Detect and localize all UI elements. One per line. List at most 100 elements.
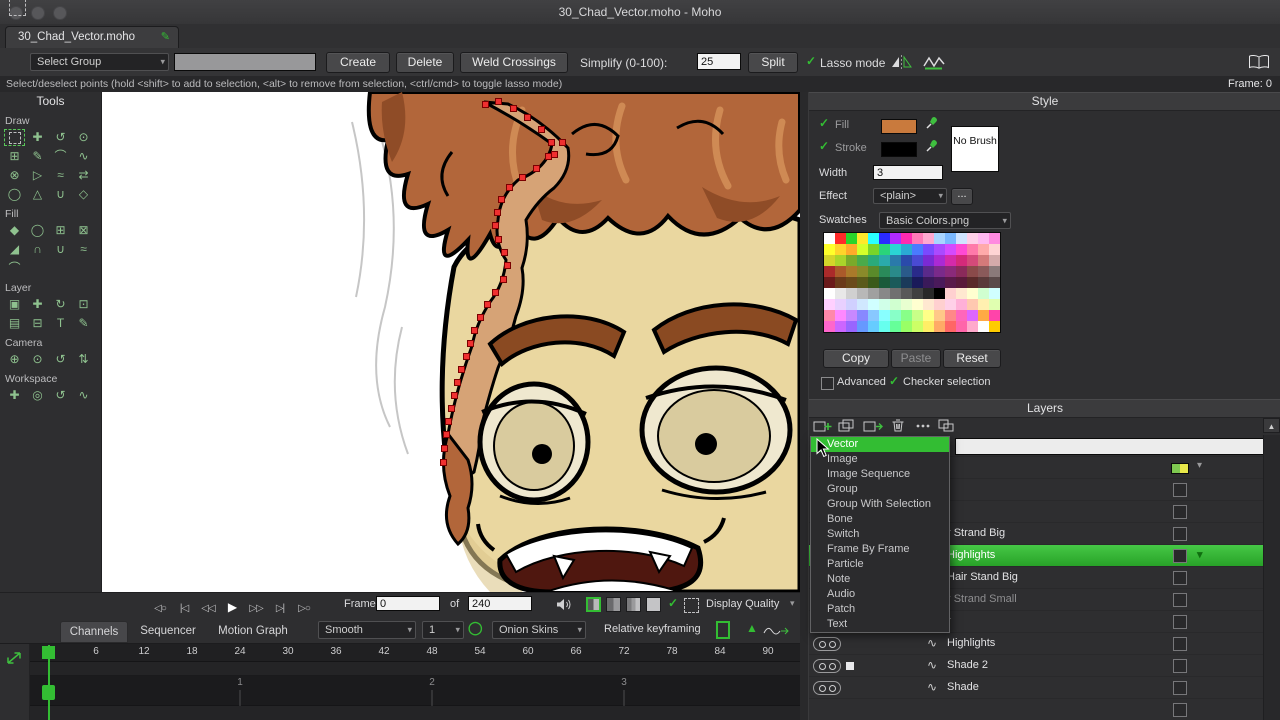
checker-selection-checkbox[interactable]: ✓ <box>889 374 899 388</box>
palette-swatch[interactable] <box>879 299 890 310</box>
tool-insert-text[interactable]: T <box>50 315 71 332</box>
palette-swatch[interactable] <box>868 288 879 299</box>
tool-zoom-camera[interactable]: ⊙ <box>27 351 48 368</box>
palette-swatch[interactable] <box>934 321 945 332</box>
menu-item-audio[interactable]: Audio <box>811 587 949 602</box>
tool-freehand[interactable]: ∿ <box>73 148 94 165</box>
tool-switch-layer[interactable]: ⊟ <box>27 315 48 332</box>
palette-swatch[interactable] <box>824 266 835 277</box>
tool-curvature[interactable]: ⌒ <box>50 148 71 165</box>
palette-swatch[interactable] <box>857 244 868 255</box>
tool-track-camera[interactable]: ⊕ <box>4 351 25 368</box>
tool-add-layer[interactable]: ✚ <box>27 296 48 313</box>
palette-swatch[interactable] <box>846 233 857 244</box>
layer-checkbox[interactable] <box>1173 593 1187 607</box>
palette-swatch[interactable] <box>912 255 923 266</box>
layer-name-input[interactable] <box>955 438 1263 455</box>
palette-swatch[interactable] <box>978 244 989 255</box>
advanced-checkbox[interactable] <box>821 377 834 390</box>
palette-swatch[interactable] <box>923 299 934 310</box>
palette-swatch[interactable] <box>923 288 934 299</box>
palette-swatch[interactable] <box>901 310 912 321</box>
step-back-button[interactable]: ◁◁ <box>196 603 220 614</box>
tool-delete-edge[interactable]: ⊗ <box>4 167 25 184</box>
palette-swatch[interactable] <box>945 310 956 321</box>
stroke-checkbox[interactable]: ✓ <box>819 139 829 153</box>
flip-vertical-icon[interactable] <box>922 53 946 75</box>
tool-raise-shape[interactable]: ∩ <box>27 241 48 258</box>
palette-swatch[interactable] <box>868 277 879 288</box>
tool-select-shape[interactable]: ⊞ <box>50 222 71 239</box>
palette-swatch[interactable] <box>868 321 879 332</box>
layer-row[interactable] <box>809 699 1263 720</box>
palette-swatch[interactable] <box>956 299 967 310</box>
display-quality-label[interactable]: Display Quality <box>706 598 779 610</box>
palette-swatch[interactable] <box>945 255 956 266</box>
tool-rotate-workspace[interactable]: ↺ <box>50 387 71 404</box>
stroke-color-swatch[interactable] <box>881 142 917 157</box>
timeline-ruler[interactable]: 61218243036424854606672788490 <box>30 644 808 662</box>
layer-visibility-eye-icon[interactable] <box>813 681 841 695</box>
palette-swatch[interactable] <box>901 288 912 299</box>
palette-swatch[interactable] <box>824 288 835 299</box>
palette-swatch[interactable] <box>890 288 901 299</box>
tab-motion-graph[interactable]: Motion Graph <box>208 621 298 641</box>
layer-visibility-eye-icon[interactable] <box>813 637 841 651</box>
palette-swatch[interactable] <box>967 255 978 266</box>
layer-checkbox[interactable] <box>1173 483 1187 497</box>
lasso-mode-checkbox[interactable]: ✓ <box>806 54 816 68</box>
total-frames-input[interactable] <box>468 596 532 611</box>
palette-swatch[interactable] <box>912 321 923 332</box>
paste-style-button[interactable]: Paste <box>891 349 941 368</box>
menu-item-image[interactable]: Image <box>811 452 949 467</box>
palette-swatch[interactable] <box>978 277 989 288</box>
simplify-input[interactable] <box>697 53 741 70</box>
palette-swatch[interactable] <box>890 277 901 288</box>
palette-swatch[interactable] <box>989 277 1000 288</box>
palette-swatch[interactable] <box>967 321 978 332</box>
palette-swatch[interactable] <box>879 266 890 277</box>
relative-keyframing-label[interactable]: Relative keyframing <box>604 623 701 635</box>
palette-swatch[interactable] <box>945 277 956 288</box>
layer-checkbox[interactable] <box>1173 703 1187 717</box>
palette-swatch[interactable] <box>824 233 835 244</box>
layer-checkbox[interactable] <box>1173 681 1187 695</box>
palette-swatch[interactable] <box>978 255 989 266</box>
palette-swatch[interactable] <box>934 244 945 255</box>
palette-swatch[interactable] <box>945 266 956 277</box>
palette-swatch[interactable] <box>934 310 945 321</box>
stroke-width-input[interactable] <box>873 165 943 180</box>
canvas[interactable] <box>102 92 800 592</box>
create-button[interactable]: Create <box>326 52 390 73</box>
swatches-dropdown[interactable]: Basic Colors.png <box>879 212 1011 229</box>
palette-swatch[interactable] <box>879 277 890 288</box>
tool-create-shape[interactable]: ◯ <box>27 222 48 239</box>
layer-expand-arrow-icon[interactable]: ▾ <box>1197 548 1203 561</box>
palette-swatch[interactable] <box>912 266 923 277</box>
tool-select-points[interactable] <box>4 129 25 146</box>
tool-rotate-layer[interactable]: ↻ <box>50 296 71 313</box>
palette-swatch[interactable] <box>857 288 868 299</box>
tool-smooth-shape[interactable]: ≈ <box>73 241 94 258</box>
palette-swatch[interactable] <box>989 310 1000 321</box>
palette-swatch[interactable] <box>824 321 835 332</box>
palette-swatch[interactable] <box>989 321 1000 332</box>
palette-swatch[interactable] <box>857 233 868 244</box>
palette-swatch[interactable] <box>956 277 967 288</box>
menu-item-group[interactable]: Group <box>811 482 949 497</box>
palette-swatch[interactable] <box>923 266 934 277</box>
playhead-seconds-handle[interactable] <box>42 685 55 700</box>
palette-swatch[interactable] <box>978 233 989 244</box>
split-button[interactable]: Split <box>748 52 798 73</box>
fill-checkbox[interactable]: ✓ <box>819 116 829 130</box>
jump-to-end-button[interactable]: ▷○ <box>292 603 316 614</box>
stroke-eyedropper-icon[interactable] <box>925 138 939 158</box>
copy-style-button[interactable]: Copy <box>823 349 889 368</box>
fill-eyedropper-icon[interactable] <box>925 115 939 135</box>
palette-swatch[interactable] <box>934 233 945 244</box>
layer-checkbox[interactable] <box>1173 549 1187 563</box>
palette-swatch[interactable] <box>934 266 945 277</box>
palette-swatch[interactable] <box>824 299 835 310</box>
palette-swatch[interactable] <box>978 321 989 332</box>
palette-swatch[interactable] <box>923 255 934 266</box>
